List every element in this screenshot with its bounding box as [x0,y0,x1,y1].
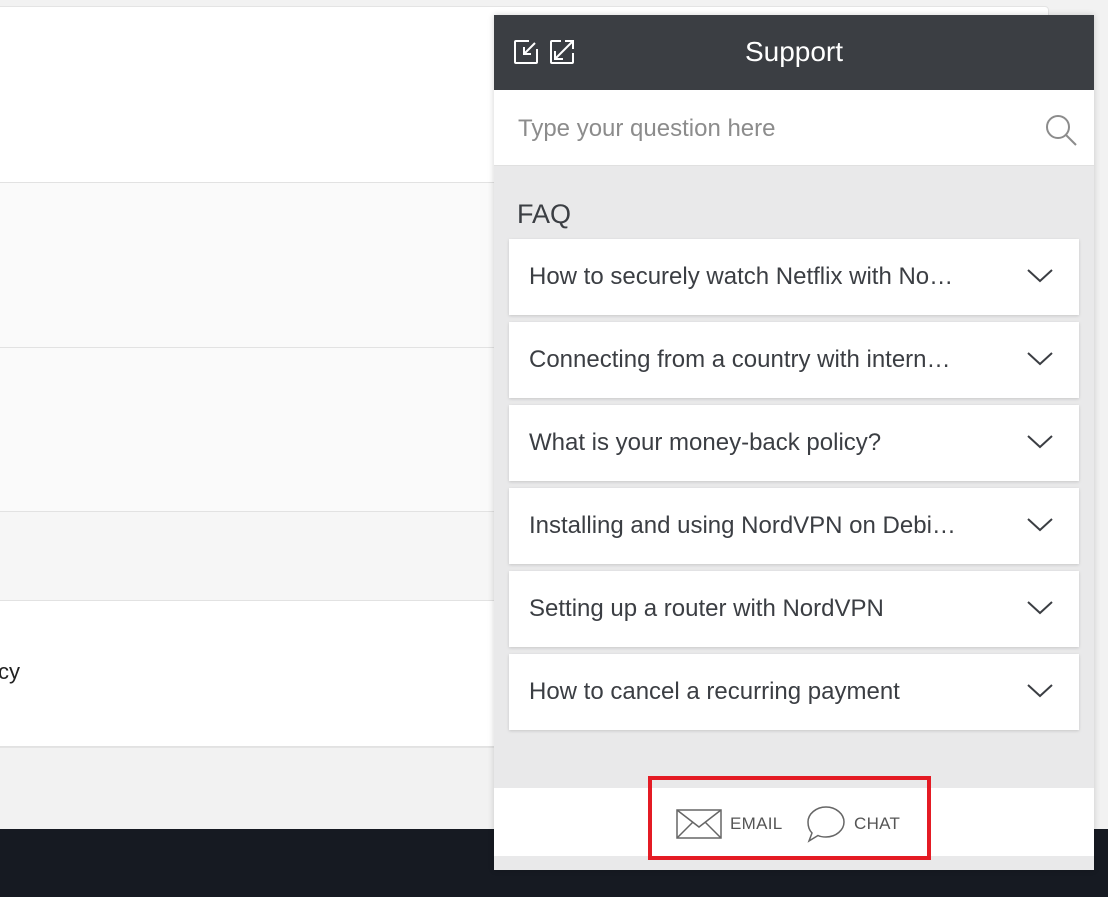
faq-question: How to securely watch Netflix with No… [529,263,954,290]
faq-item[interactable]: Installing and using NordVPN on Debi… [509,488,1079,564]
chevron-down-icon [1027,269,1053,283]
background-row [0,347,510,511]
faq-item[interactable]: Connecting from a country with intern… [509,322,1079,398]
faq-question: How to cancel a recurring payment [529,678,900,705]
chevron-down-icon [1027,352,1053,366]
support-widget: Support FAQ How to securely watch Netfli… [494,15,1094,870]
faq-item[interactable]: How to securely watch Netflix with No… [509,239,1079,315]
chat-bubble-icon [807,806,845,843]
background-row [0,511,510,600]
search-input[interactable] [516,110,1020,148]
email-button[interactable]: EMAIL [676,805,783,843]
faq-question: Connecting from a country with intern… [529,346,951,373]
faq-item[interactable]: What is your money-back policy? [509,405,1079,481]
faq-question: What is your money-back policy? [529,429,882,456]
chevron-down-icon [1027,601,1053,615]
chevron-down-icon [1027,684,1053,698]
chat-button[interactable]: CHAT [806,805,900,843]
background-row [0,182,510,347]
widget-header: Support [494,15,1094,90]
faq-item[interactable]: How to cancel a recurring payment [509,654,1079,730]
background-row [0,600,510,747]
faq-question: Installing and using NordVPN on Debi… [529,512,956,539]
envelope-icon [676,809,722,839]
faq-list: How to securely watch Netflix with No… C… [509,239,1079,737]
faq-heading: FAQ [517,199,572,229]
faq-item[interactable]: Setting up a router with NordVPN [509,571,1079,647]
widget-footer: EMAIL CHAT [494,788,1094,856]
widget-title: Support [744,36,844,67]
search-bar [494,90,1094,166]
search-icon[interactable] [1044,113,1078,147]
chevron-down-icon [1027,518,1053,532]
chat-label: CHAT [854,814,901,833]
background-partial-text: cy [0,659,20,684]
email-label: EMAIL [730,814,783,833]
chevron-down-icon [1027,435,1053,449]
faq-question: Setting up a router with NordVPN [529,595,884,622]
